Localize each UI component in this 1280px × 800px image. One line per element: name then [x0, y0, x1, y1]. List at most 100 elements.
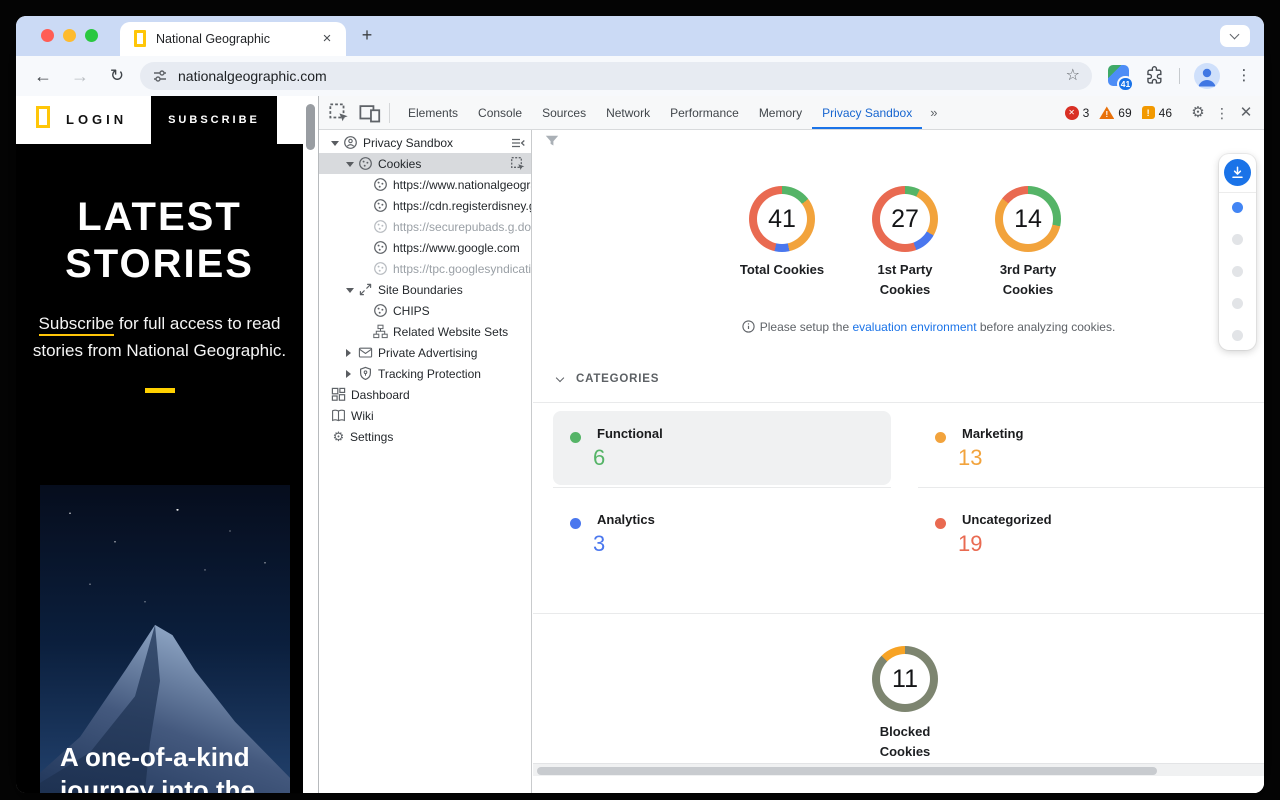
donut-value: 11	[880, 654, 930, 704]
nav-dot[interactable]	[1232, 330, 1243, 341]
chips-icon	[373, 303, 389, 318]
devtools-tab-network[interactable]: Network	[596, 97, 660, 129]
devtools-menu-kebab-icon[interactable]: ⋮	[1210, 101, 1234, 125]
subscribe-button[interactable]: SUBSCRIBE	[151, 96, 277, 144]
tree-item-dashboard[interactable]: Dashboard	[319, 384, 531, 405]
tree-item-related-website-sets[interactable]: Related Website Sets	[319, 321, 531, 342]
tree-item-https-www-google-com[interactable]: https://www.google.com	[319, 237, 531, 258]
browser-toolbar: ← → ↻ nationalgeographic.com ☆ 41 ⋮	[16, 56, 1264, 96]
tree-item-label: Related Website Sets	[393, 325, 531, 339]
page-vscroll-thumb[interactable]	[306, 104, 315, 150]
tracking-protection-icon	[358, 366, 374, 381]
notice-prefix: Please setup the	[760, 320, 853, 334]
inspect-icon[interactable]	[510, 156, 526, 172]
tree-item-settings[interactable]: ⚙Settings	[319, 426, 531, 447]
divider	[533, 402, 1264, 403]
info-icon	[742, 320, 755, 333]
donut-value: 41	[757, 194, 807, 244]
devtools-tab-privacy-sandbox[interactable]: Privacy Sandbox	[812, 97, 922, 129]
tree-item-wiki[interactable]: Wiki	[319, 405, 531, 426]
expander-right-icon[interactable]	[346, 370, 358, 378]
private-advertising-icon	[358, 345, 374, 360]
cookie-icon	[358, 156, 374, 171]
nav-dot[interactable]	[1232, 202, 1243, 213]
tree-item-privacy-sandbox[interactable]: Privacy Sandbox	[319, 132, 531, 153]
tab-close-icon[interactable]: ×	[318, 30, 336, 48]
traffic-light-minimize-button[interactable]	[63, 29, 76, 42]
devtools-tab-memory[interactable]: Memory	[749, 97, 812, 129]
expander-down-icon[interactable]	[346, 160, 358, 167]
filter-icon[interactable]	[545, 134, 559, 146]
tree-item-site-boundaries[interactable]: Site Boundaries	[319, 279, 531, 300]
extensions-puzzle-icon[interactable]	[1145, 66, 1164, 85]
profile-avatar[interactable]	[1194, 63, 1220, 89]
download-report-button[interactable]	[1224, 159, 1251, 186]
expander-down-icon[interactable]	[331, 139, 343, 146]
back-button[interactable]: ←	[30, 64, 56, 88]
devtools-tab-console[interactable]: Console	[468, 97, 532, 129]
categories-header[interactable]: CATEGORIES	[557, 371, 659, 387]
category-uncategorized[interactable]: Uncategorized19	[918, 497, 1264, 571]
nav-dot[interactable]	[1232, 234, 1243, 245]
traffic-light-zoom-button[interactable]	[85, 29, 98, 42]
devtools-hscroll-thumb[interactable]	[537, 767, 1157, 775]
devtools-tab-performance[interactable]: Performance	[660, 97, 749, 129]
hero-text: Subscribe for full access to read storie…	[28, 310, 292, 364]
cookie-icon	[373, 177, 389, 192]
tree-item-chips[interactable]: CHIPS	[319, 300, 531, 321]
traffic-light-close-button[interactable]	[41, 29, 54, 42]
tree-item-https-securepubads-g-doubleclick-net[interactable]: https://securepubads.g.doubleclick.net	[319, 216, 531, 237]
floating-nav	[1219, 154, 1256, 350]
expander-right-icon[interactable]	[346, 349, 358, 357]
tree-item-https-www-nationalgeographic-com[interactable]: https://www.nationalgeographic.com	[319, 174, 531, 195]
total-cookies-label: Total Cookies	[737, 260, 827, 280]
login-button[interactable]: LOGIN	[66, 96, 127, 144]
page-header: LOGIN SUBSCRIBE	[16, 96, 303, 144]
cookie-icon	[373, 198, 389, 213]
cookie-icon	[373, 261, 389, 276]
devtools-tab-elements[interactable]: Elements	[398, 97, 468, 129]
expander-down-icon[interactable]	[346, 286, 358, 293]
tree-item-private-advertising[interactable]: Private Advertising	[319, 342, 531, 363]
more-tabs-button[interactable]: »	[922, 105, 945, 120]
collapse-icon[interactable]	[510, 135, 526, 151]
tab-strip-chevron-button[interactable]	[1220, 25, 1250, 47]
subscribe-link[interactable]: Subscribe	[39, 314, 115, 336]
devtools-tab-sources[interactable]: Sources	[532, 97, 596, 129]
category-marketing[interactable]: Marketing13	[918, 411, 1264, 485]
forward-button[interactable]: →	[67, 64, 93, 88]
category-analytics[interactable]: Analytics3	[553, 497, 891, 571]
reload-button[interactable]: ↻	[104, 64, 130, 88]
device-toolbar-icon[interactable]	[359, 102, 381, 124]
browser-tab[interactable]: National Geographic ×	[120, 22, 346, 56]
story-card[interactable]: A one-of-a-kind journey into the Amazon	[40, 485, 290, 793]
devtools-horizontal-scrollbar[interactable]	[533, 763, 1264, 776]
new-tab-button[interactable]: +	[354, 23, 380, 49]
inspect-element-icon[interactable]	[328, 102, 350, 124]
devtools-body: Privacy SandboxCookieshttps://www.nation…	[319, 130, 1264, 793]
site-settings-icon[interactable]	[152, 68, 168, 84]
tree-item-label: CHIPS	[393, 304, 531, 318]
evaluation-environment-link[interactable]: evaluation environment	[852, 320, 976, 334]
devtools-panel: ElementsConsoleSourcesNetworkPerformance…	[318, 96, 1264, 793]
page-vertical-scrollbar[interactable]	[303, 96, 318, 793]
address-bar[interactable]: nationalgeographic.com ☆	[140, 62, 1092, 90]
cookie-icon	[373, 240, 389, 255]
category-functional[interactable]: Functional6	[553, 411, 891, 485]
devtools-settings-gear-icon[interactable]: ⚙	[1186, 101, 1210, 125]
tree-item-cookies[interactable]: Cookies	[319, 153, 531, 174]
natgeo-logo-icon[interactable]	[36, 106, 50, 128]
url-text[interactable]: nationalgeographic.com	[178, 62, 327, 90]
tree-item-https-tpc-googlesyndication-com[interactable]: https://tpc.googlesyndication.com	[319, 258, 531, 279]
content-area: LOGIN SUBSCRIBE LATEST STORIES Subscribe…	[16, 96, 1264, 793]
browser-menu-kebab-icon[interactable]: ⋮	[1232, 64, 1256, 88]
devtools-close-icon[interactable]: ✕	[1234, 101, 1258, 125]
nav-dot[interactable]	[1232, 298, 1243, 309]
tree-item-https-cdn-registerdisney-go-com[interactable]: https://cdn.registerdisney.go.com	[319, 195, 531, 216]
nav-dot[interactable]	[1232, 266, 1243, 277]
tree-item-tracking-protection[interactable]: Tracking Protection	[319, 363, 531, 384]
category-name: Functional	[597, 426, 663, 441]
bookmark-star-icon[interactable]: ☆	[1066, 62, 1080, 90]
console-badges[interactable]: ✕ 3 ! 69 ! 46	[1065, 106, 1178, 120]
privacy-sandbox-main: Please setup the evaluation environment …	[533, 130, 1264, 793]
